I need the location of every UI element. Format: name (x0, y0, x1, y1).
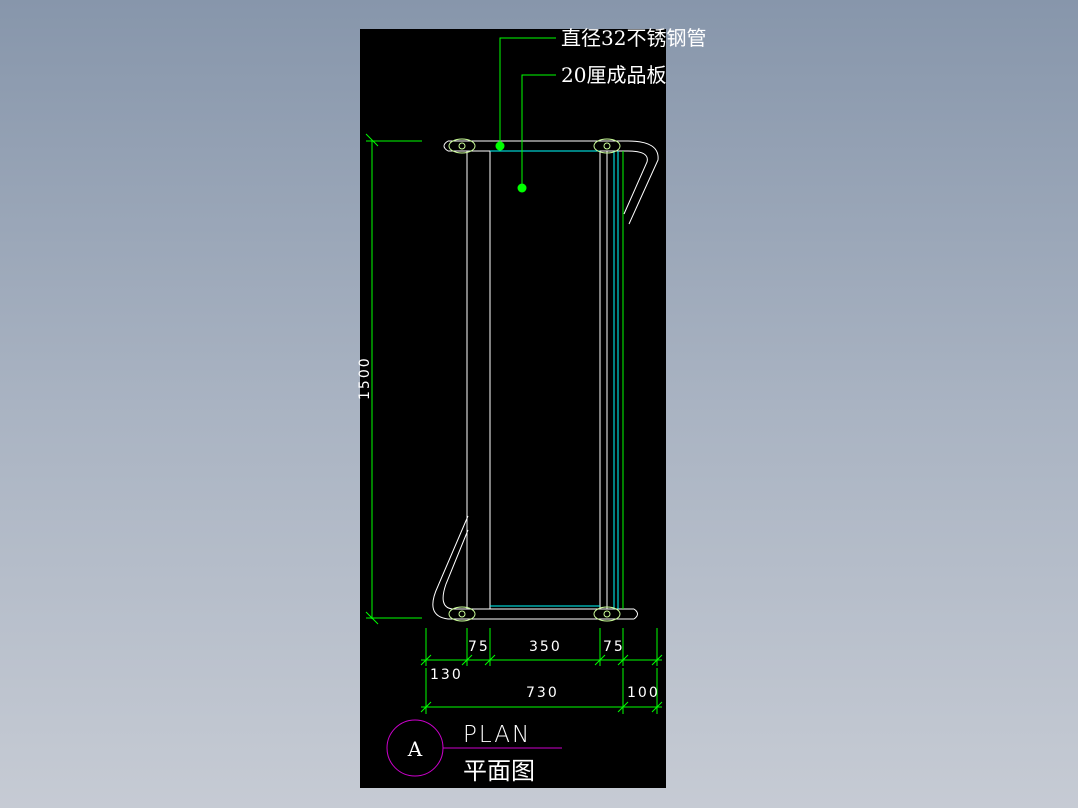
bottom-rail-cap (633, 608, 638, 620)
pipe-frame (432, 140, 659, 620)
callout-board: 20厘成品板 (517, 63, 666, 193)
pipe-leader-dot (495, 141, 505, 151)
pipe-leader-line (499, 37, 556, 146)
top-rail-outer (448, 140, 659, 225)
fixings (448, 138, 621, 622)
board-label: 20厘成品板 (561, 63, 666, 87)
board-leader-line (521, 74, 556, 188)
title-cn: 平面图 (463, 757, 535, 785)
dim-75-left: 75 (468, 639, 490, 655)
pipe-label: 直径32不锈钢管 (561, 26, 706, 50)
title-block: A PLAN 平面图 (386, 719, 562, 785)
cad-viewport[interactable]: 直径32不锈钢管 20厘成品板 1500 75 350 75 130 730 1… (0, 0, 1078, 808)
board-edges (490, 150, 624, 609)
title-en: PLAN (463, 722, 531, 748)
bottom-rail-outer (432, 515, 634, 620)
dim-350: 350 (529, 639, 562, 655)
top-rail-cap (443, 140, 449, 152)
bottom-rail-inner (442, 529, 634, 610)
plan-drawing: 直径32不锈钢管 20厘成品板 1500 75 350 75 130 730 1… (357, 26, 706, 785)
top-rail-inner (448, 150, 648, 215)
board-leader-dot (517, 183, 527, 193)
callout-pipe: 直径32不锈钢管 (495, 26, 706, 151)
dim-height-label: 1500 (357, 356, 373, 400)
dim-100: 100 (627, 685, 660, 701)
dim-730: 730 (526, 685, 559, 701)
dim-75-right: 75 (603, 639, 625, 655)
section-marker-letter: A (407, 737, 423, 761)
dimension-height (365, 133, 422, 625)
dim-130: 130 (430, 667, 463, 683)
